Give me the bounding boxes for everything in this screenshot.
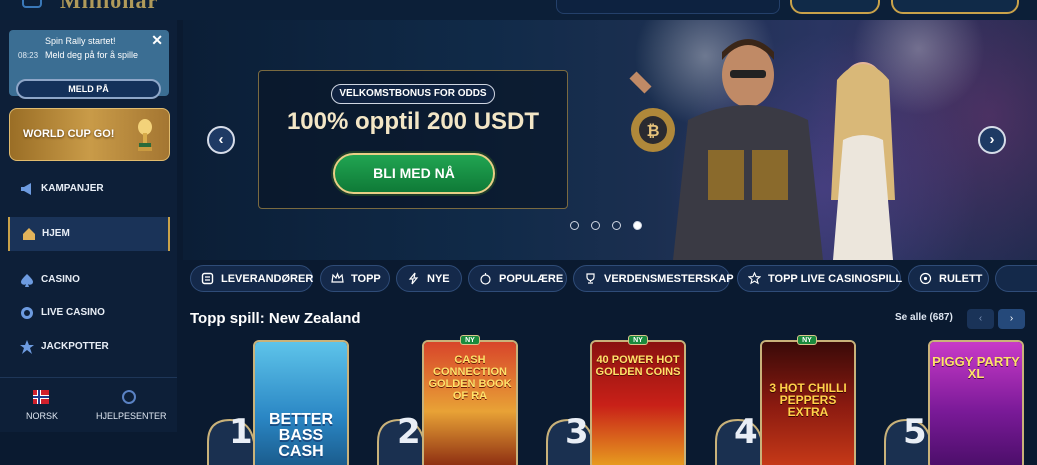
norway-flag-icon[interactable]	[33, 390, 49, 404]
fire-icon	[480, 273, 491, 285]
category-label: RULETT	[939, 273, 983, 285]
sidebar-footer: NORSK HJELPESENTER	[0, 377, 177, 432]
lightning-icon	[408, 272, 419, 285]
world-cup-label: WORLD CUP GO!	[23, 128, 115, 140]
crown-icon	[331, 272, 344, 283]
svg-text:₿: ₿	[646, 121, 659, 140]
section-title: Topp spill: New Zealand	[190, 310, 361, 327]
rank-number: 5	[903, 412, 927, 452]
notification-text: Meld deg på for å spille	[45, 50, 139, 60]
login-button[interactable]	[790, 0, 880, 14]
help-center-label[interactable]: HJELPESENTER	[96, 411, 167, 421]
game-title: CASH CONNECTION GOLDEN BOOK OF RA	[428, 354, 512, 402]
hero-next-button[interactable]: ›	[978, 126, 1006, 154]
carousel-dot-active[interactable]	[633, 221, 642, 230]
notification-time: 08:23	[18, 51, 39, 60]
promo-tag: VELKOMSTBONUS FOR ODDS	[331, 84, 495, 104]
game-card-3[interactable]: 40 POWER HOT GOLDEN COINS	[590, 340, 686, 465]
category-leverandorer[interactable]: LEVERANDØRER	[190, 265, 313, 292]
category-label: NYE	[427, 273, 450, 285]
category-populaere[interactable]: POPULÆRE	[468, 265, 567, 292]
carousel-dot[interactable]	[612, 221, 621, 230]
game-title: 40 POWER HOT GOLDEN COINS	[595, 354, 681, 378]
see-all-link[interactable]: Se alle (687)	[895, 312, 953, 323]
spade-icon	[21, 274, 33, 287]
woman-illustration	[831, 62, 895, 260]
sidebar-item-label: JACKPOTTER	[41, 341, 109, 352]
category-label: POPULÆRE	[499, 273, 564, 285]
category-label: TOPP LIVE CASINOSPILL	[768, 273, 903, 285]
game-card-5[interactable]: PIGGY PARTY XL	[928, 340, 1024, 465]
promo-title: 100% opptil 200 USDT	[286, 108, 540, 135]
rank-number: 1	[229, 412, 253, 452]
top-bar: Millionär	[0, 0, 1037, 20]
game-title: PIGGY PARTY XL	[932, 354, 1020, 381]
notification-card: Spin Rally startet! 08:23 Meld deg på fo…	[9, 30, 169, 99]
logo[interactable]: Millionär	[60, 0, 158, 14]
carousel-dot[interactable]	[570, 221, 579, 230]
notification-title: Spin Rally startet!	[45, 36, 116, 46]
home-icon	[23, 228, 35, 240]
category-bar: LEVERANDØRER TOPP NYE POPULÆRE VERDENSME…	[183, 260, 1037, 298]
category-topp-live[interactable]: TOPP LIVE CASINOSPILL	[737, 265, 903, 292]
logo-icon	[22, 0, 42, 8]
sidebar-item-label: KAMPANJER	[41, 183, 104, 194]
providers-icon	[201, 272, 214, 285]
games-next-button[interactable]: ›	[998, 309, 1025, 329]
sidebar-item-casino[interactable]: CASINO	[0, 265, 177, 295]
game-card-1[interactable]: BETTER BASS CASH	[253, 340, 349, 465]
hero-banner[interactable]: VELKOMSTBONUS FOR ODDS 100% opptil 200 U…	[183, 20, 1037, 260]
star-icon	[748, 272, 761, 285]
sidebar-item-label: HJEM	[42, 228, 70, 239]
help-icon[interactable]	[122, 390, 136, 404]
sidebar-item-live-casino[interactable]: LIVE CASINO	[0, 298, 177, 328]
sidebar-item-kampanjer[interactable]: KAMPANJER	[0, 174, 177, 204]
search-input[interactable]	[556, 0, 780, 14]
sidebar-item-hjem[interactable]: HJEM	[8, 217, 170, 251]
category-topp[interactable]: TOPP	[320, 265, 390, 292]
hero-prev-button[interactable]: ‹	[207, 126, 235, 154]
sidebar-item-label: LIVE CASINO	[41, 307, 105, 318]
category-nye[interactable]: NYE	[396, 265, 462, 292]
category-label: TOPP	[351, 273, 381, 285]
category-label: LEVERANDØRER	[221, 273, 314, 285]
language-label[interactable]: NORSK	[26, 411, 58, 421]
carousel-dots	[570, 221, 650, 233]
trophy-icon	[138, 119, 152, 151]
chip-icon	[21, 307, 33, 319]
category-label: VERDENSMESTERSKAP	[604, 273, 734, 285]
close-icon[interactable]: ✕	[151, 32, 163, 49]
trophy-icon	[586, 273, 595, 284]
category-more[interactable]	[995, 265, 1037, 292]
rank-number: 2	[397, 412, 421, 452]
game-card-4[interactable]: 3 HOT CHILLI PEPPERS EXTRA	[760, 340, 856, 465]
new-badge: NY	[797, 335, 817, 345]
jackpot-icon	[20, 340, 34, 354]
register-button[interactable]	[891, 0, 1019, 14]
rank-number: 3	[565, 412, 589, 452]
game-title: 3 HOT CHILLI PEPPERS EXTRA	[769, 381, 847, 419]
sidebar: Spin Rally startet! 08:23 Meld deg på fo…	[0, 20, 177, 432]
world-cup-promo[interactable]: WORLD CUP GO!	[9, 108, 170, 161]
sidebar-item-jackpotter[interactable]: JACKPOTTER	[0, 332, 177, 362]
rank-number: 4	[734, 412, 758, 452]
category-rulett[interactable]: RULETT	[908, 265, 989, 292]
game-title: BETTER BASS CASH	[269, 411, 333, 460]
game-card-2[interactable]: CASH CONNECTION GOLDEN BOOK OF RA	[422, 340, 518, 465]
new-badge: NY	[628, 335, 648, 345]
megaphone-icon	[21, 183, 31, 195]
new-badge: NY	[460, 335, 480, 345]
games-prev-button[interactable]: ‹	[967, 309, 994, 329]
join-button[interactable]: MELD PÅ	[16, 79, 161, 99]
category-verdensmesterskap[interactable]: VERDENSMESTERSKAP	[573, 265, 734, 292]
join-now-button[interactable]: BLI MED NÅ	[333, 153, 495, 194]
carousel-dot[interactable]	[591, 221, 600, 230]
roulette-icon	[919, 272, 932, 285]
sidebar-item-label: CASINO	[41, 274, 80, 285]
